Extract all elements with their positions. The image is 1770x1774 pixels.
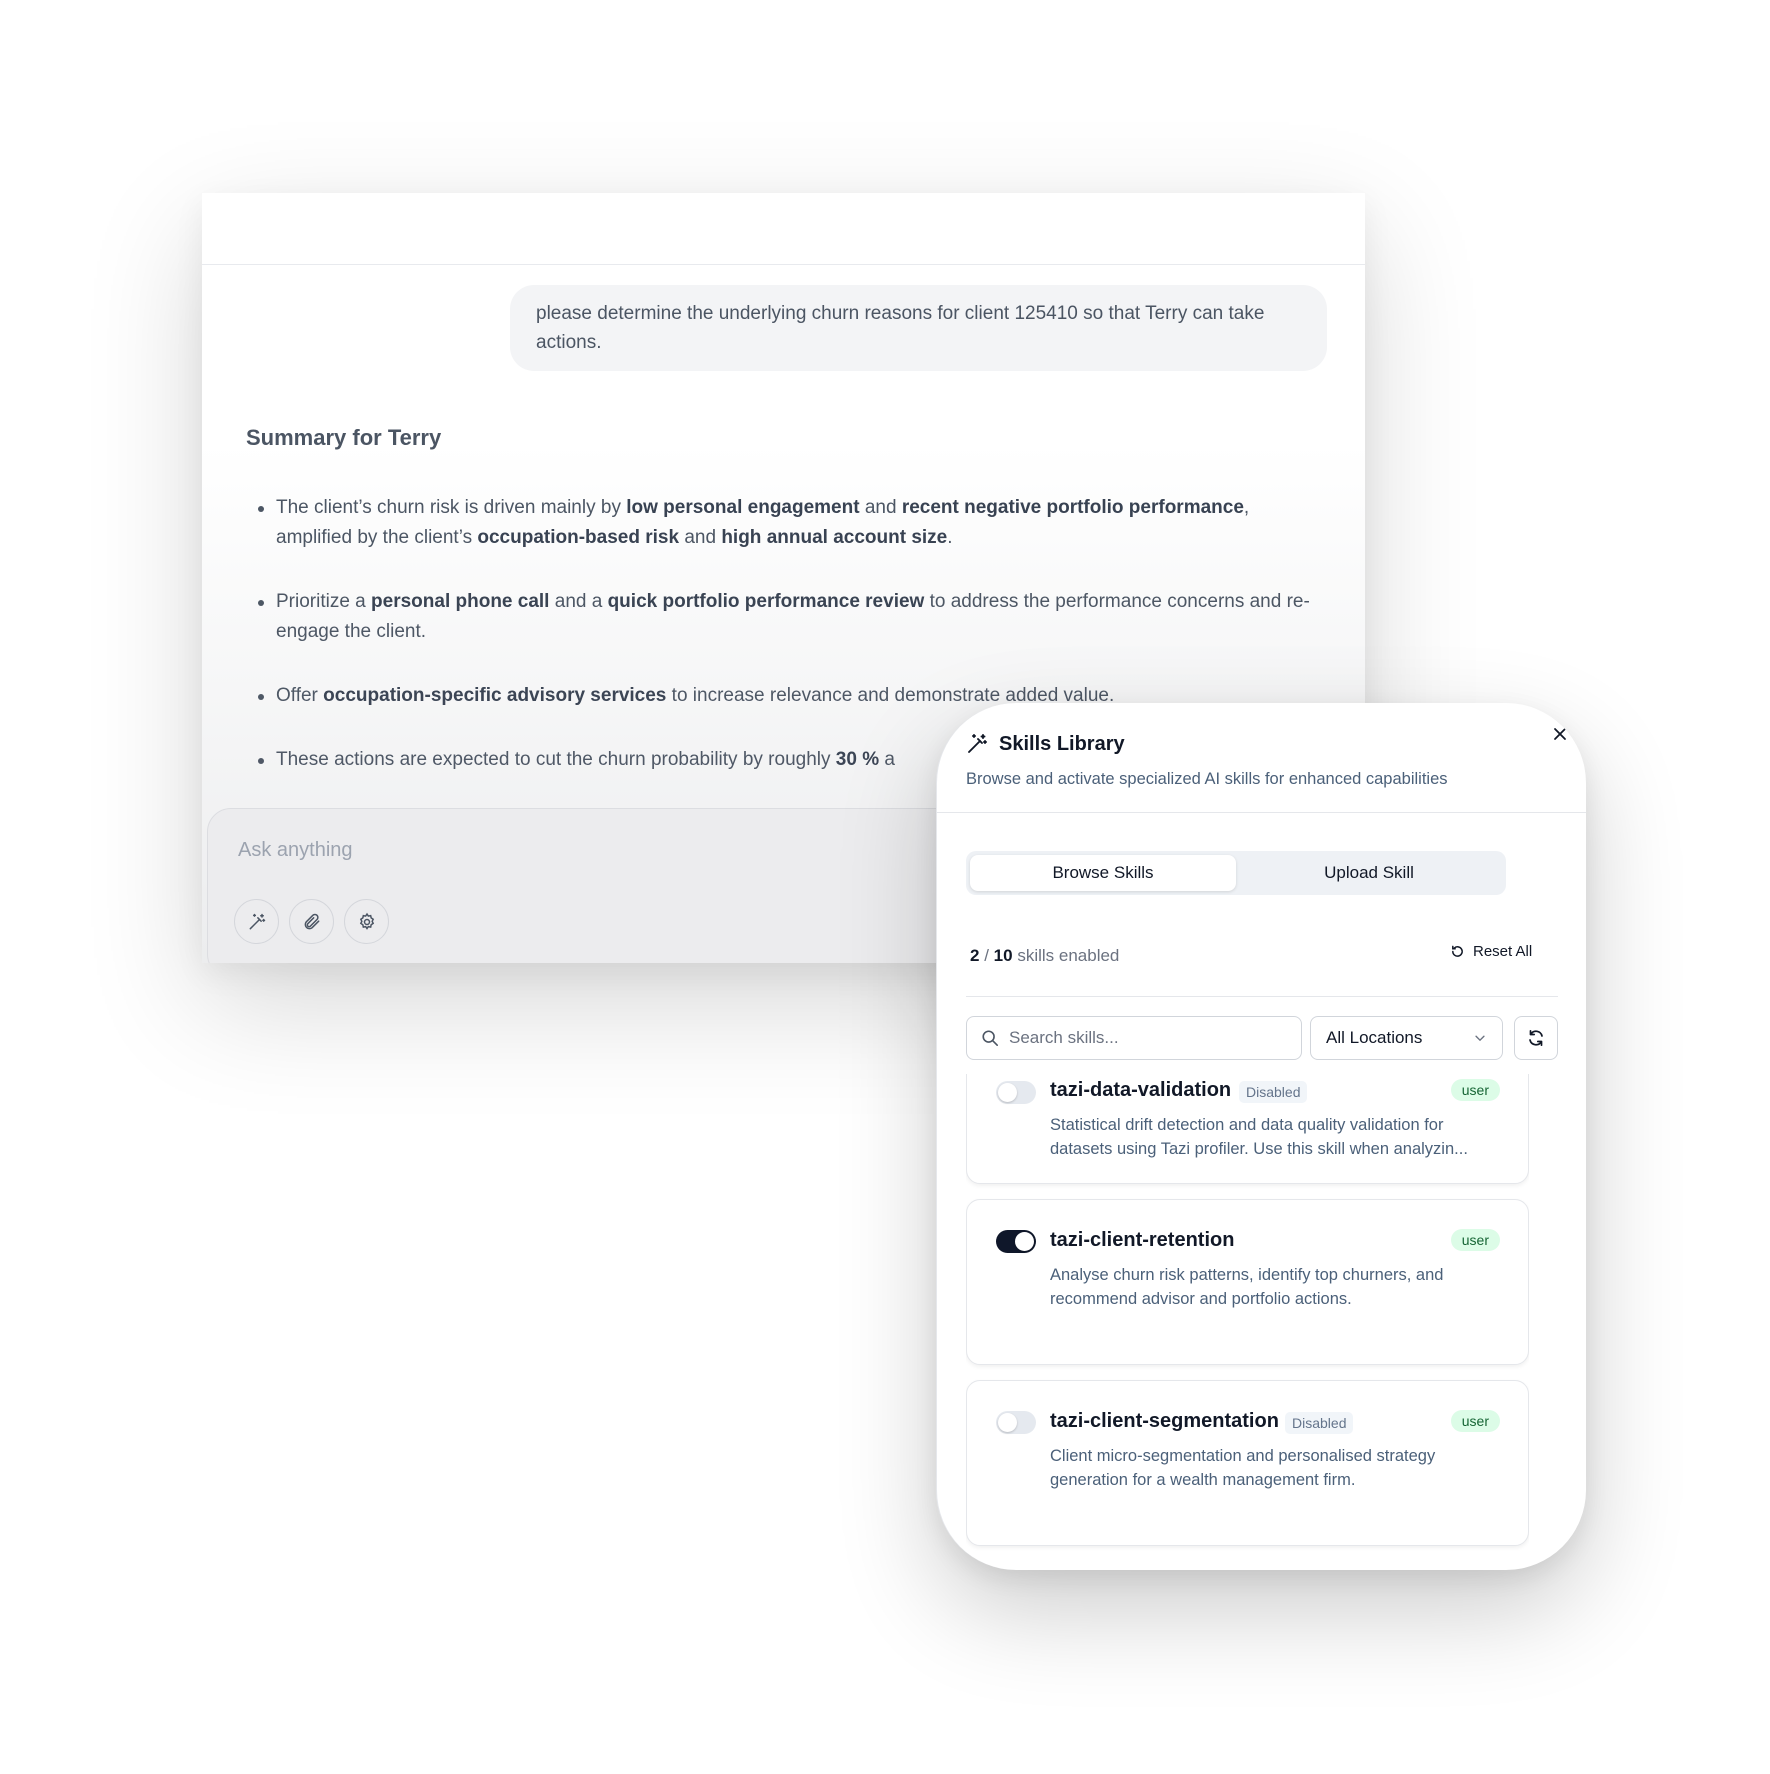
close-icon: [1554, 728, 1566, 740]
bullet-strong: occupation-based risk: [477, 527, 680, 548]
user-message-bubble: please determine the underlying churn re…: [510, 285, 1327, 371]
bullet-strong: occupation-specific advisory services: [323, 685, 667, 706]
skill-card-tazi-client-retention: tazi-client-retention user Analyse churn…: [966, 1199, 1529, 1365]
panel-title: Skills Library: [999, 732, 1125, 755]
bullet-text: and a: [549, 591, 608, 612]
chevron-down-icon: [1475, 1035, 1485, 1042]
summary-bullet: Prioritize a personal phone call and a q…: [258, 587, 1318, 647]
skills-library-panel: Skills Library Browse and activate speci…: [936, 703, 1586, 1570]
bullet-text: Offer: [276, 685, 324, 706]
tab-browse-skills[interactable]: Browse Skills: [970, 855, 1236, 891]
tab-upload-skill[interactable]: Upload Skill: [1236, 855, 1502, 891]
status-badge: Disabled: [1239, 1081, 1308, 1103]
search-icon: [982, 1030, 999, 1047]
attach-button[interactable]: [289, 899, 334, 944]
settings-button[interactable]: [344, 899, 389, 944]
toggle-knob: [998, 1083, 1017, 1102]
composer-tools: [234, 899, 389, 944]
tab-bar: Browse Skills Upload Skill: [966, 851, 1506, 895]
skills-enabled-count: 2 / 10 skills enabled: [970, 946, 1119, 966]
skill-name: tazi-client-retention: [1050, 1229, 1235, 1251]
toggle-knob: [998, 1413, 1017, 1432]
location-filter-select[interactable]: All Locations: [1310, 1016, 1503, 1060]
gear-icon: [359, 912, 374, 930]
skill-card-tazi-client-segmentation: tazi-client-segmentation Disabled user C…: [966, 1380, 1529, 1546]
bullet-text: .: [947, 527, 953, 548]
bullet-strong: quick portfolio performance review: [607, 591, 925, 612]
bullet-text: Prioritize a: [276, 591, 372, 612]
skill-name: tazi-client-segmentation: [1050, 1410, 1279, 1432]
divider: [966, 996, 1558, 997]
bullet-strong: low personal engagement: [626, 497, 860, 518]
bullet-text: and: [679, 527, 722, 548]
skill-description: Statistical drift detection and data qua…: [1050, 1116, 1468, 1158]
skill-toggle[interactable]: [996, 1081, 1036, 1104]
skill-description: Client micro-segmentation and personalis…: [1050, 1447, 1436, 1489]
bullet-text: The client’s churn risk is driven mainly…: [276, 497, 627, 518]
skill-description: Analyse churn risk patterns, identify to…: [1050, 1266, 1444, 1308]
wand-icon: [968, 734, 987, 753]
paperclip-icon: [304, 913, 319, 929]
refresh-button[interactable]: [1514, 1016, 1558, 1060]
summary-bullet: The client’s churn risk is driven mainly…: [258, 493, 1318, 553]
panel-title-row: Skills Library: [965, 732, 1125, 756]
skills-wand-button[interactable]: [234, 899, 279, 944]
enabled-count: 2: [970, 946, 980, 965]
summary-title: Summary for Terry: [246, 425, 442, 450]
skill-toggle[interactable]: [996, 1230, 1036, 1253]
bullet-strong: recent negative portfolio performance: [901, 497, 1244, 518]
bullet-text: These actions are expected to cut the ch…: [276, 749, 836, 770]
status-badge: Disabled: [1285, 1412, 1354, 1434]
source-badge: user: [1450, 1410, 1500, 1432]
composer-input[interactable]: Ask anything: [238, 839, 353, 862]
bullet-strong: 30 %: [835, 749, 880, 770]
bullet-text: and: [859, 497, 902, 518]
panel-subtitle: Browse and activate specialized AI skill…: [966, 770, 1448, 788]
enabled-suffix: skills enabled: [1017, 946, 1120, 965]
wand-icon: [249, 913, 265, 929]
location-filter-value: All Locations: [1326, 1028, 1423, 1047]
skill-name: tazi-data-validation: [1050, 1079, 1232, 1101]
total-count: 10: [993, 946, 1013, 965]
bullet-strong: personal phone call: [371, 591, 550, 612]
skill-card-tazi-data-validation: tazi-data-validation Disabled user Stati…: [966, 1074, 1529, 1184]
search-input[interactable]: [1009, 1028, 1279, 1048]
count-separator: /: [984, 946, 989, 965]
refresh-icon: [1529, 1029, 1543, 1047]
divider: [937, 812, 1586, 813]
reset-all-button[interactable]: Reset All: [1450, 943, 1532, 960]
source-badge: user: [1450, 1079, 1500, 1101]
skill-toggle[interactable]: [996, 1411, 1036, 1434]
bullet-strong: high annual account size: [721, 527, 948, 548]
source-badge: user: [1450, 1229, 1500, 1251]
skills-list: tazi-data-validation Disabled user Stati…: [966, 1074, 1529, 1570]
reset-icon: [1452, 945, 1463, 957]
reset-all-label: Reset All: [1473, 943, 1533, 960]
bullet-text: a: [879, 749, 895, 770]
search-box[interactable]: [966, 1016, 1302, 1060]
chat-header: [202, 193, 1365, 265]
toggle-knob: [1015, 1232, 1034, 1251]
close-button[interactable]: [1549, 723, 1571, 745]
